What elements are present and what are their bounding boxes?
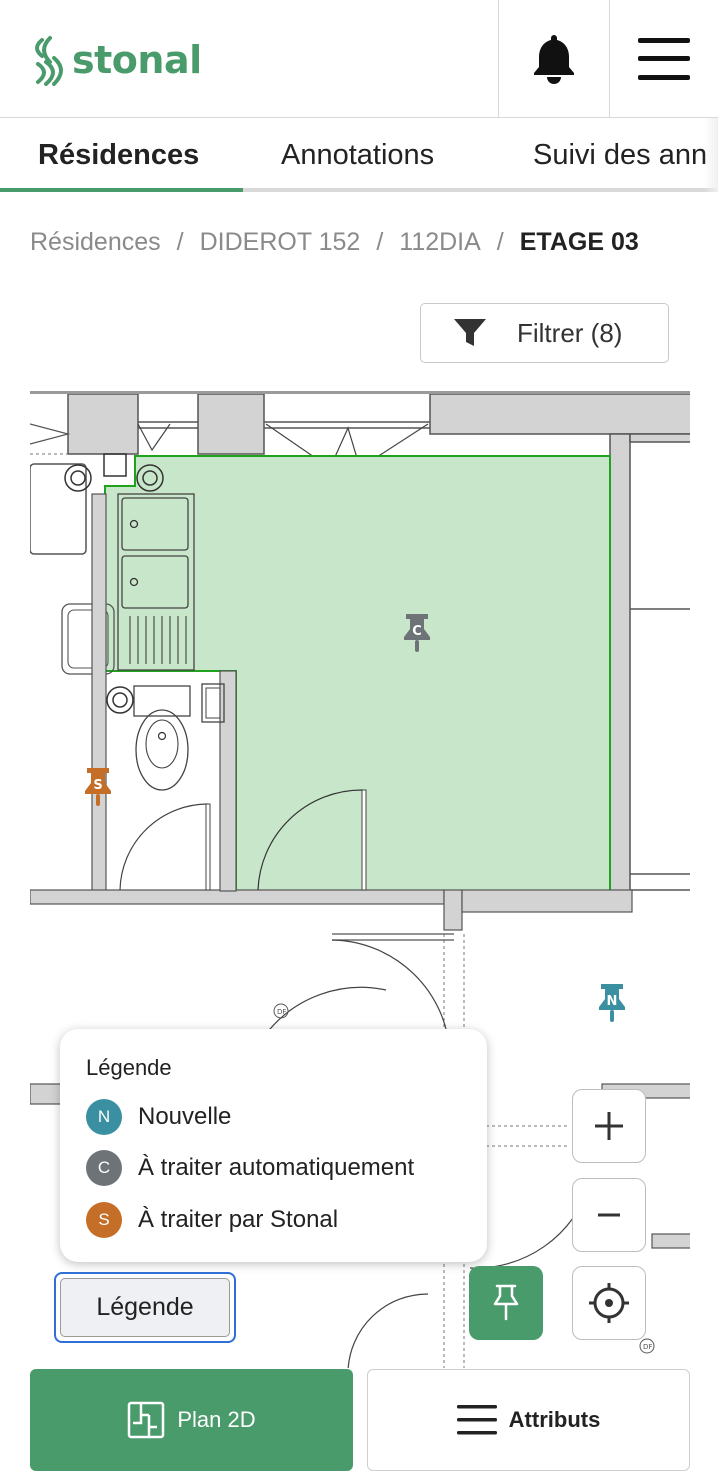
filter-button[interactable]: Filtrer (8)	[420, 303, 669, 363]
filter-label: Filtrer (8)	[517, 317, 623, 348]
bell-icon	[534, 35, 574, 84]
plan-2d-label: Plan 2D	[177, 1407, 256, 1432]
svg-text:DF: DF	[277, 1008, 286, 1016]
legend-item-auto: C À traiter automatiquement	[86, 1150, 414, 1186]
recenter-button[interactable]	[572, 1266, 646, 1340]
legend-badge-s: S	[86, 1202, 122, 1238]
hamburger-menu-icon	[638, 38, 690, 80]
floor-plan-icon	[128, 1401, 165, 1439]
annotation-pin-c[interactable]: C	[400, 611, 434, 655]
pushpin-icon	[493, 1284, 519, 1321]
attributs-label: Attributs	[508, 1407, 601, 1432]
tabs-overflow-fade	[704, 118, 718, 192]
svg-text:S: S	[93, 778, 102, 793]
breadcrumb-residences[interactable]: Résidences	[30, 228, 161, 257]
tab-annotations[interactable]: Annotations	[281, 118, 434, 192]
legend-label: Nouvelle	[138, 1103, 232, 1130]
active-tab-indicator	[0, 188, 243, 192]
add-annotation-button[interactable]	[469, 1266, 543, 1340]
legend-label: À traiter automatiquement	[138, 1154, 415, 1181]
legend-badge-c: C	[86, 1150, 122, 1186]
tab-residences[interactable]: Résidences	[38, 118, 199, 192]
breadcrumb-separator: /	[496, 227, 504, 256]
stonal-logo-icon	[35, 36, 63, 86]
legend-toggle-button[interactable]: Légende	[54, 1272, 236, 1343]
svg-text:C: C	[412, 624, 422, 639]
svg-text:DF: DF	[643, 1343, 652, 1351]
notifications-button[interactable]	[498, 0, 609, 118]
attributs-button[interactable]: Attributs	[367, 1369, 690, 1471]
funnel-icon	[454, 319, 486, 346]
zoom-in-button[interactable]	[572, 1089, 646, 1163]
zoom-out-button[interactable]	[572, 1178, 646, 1252]
breadcrumb-separator: /	[176, 227, 184, 256]
legend-item-stonal: S À traiter par Stonal	[86, 1202, 338, 1238]
breadcrumb-building[interactable]: 112DIA	[399, 228, 481, 257]
plan-2d-button[interactable]: Plan 2D	[30, 1369, 353, 1471]
legend-badge-n: N	[86, 1099, 122, 1135]
breadcrumb-separator: /	[376, 227, 384, 256]
list-icon	[456, 1405, 497, 1435]
breadcrumb-site[interactable]: DIDEROT 152	[200, 228, 361, 257]
main-menu-button[interactable]	[609, 0, 718, 118]
legend-label: À traiter par Stonal	[138, 1206, 339, 1233]
annotation-pin-n[interactable]: N	[595, 981, 629, 1025]
app-header: stonal	[0, 0, 718, 118]
stonal-logo[interactable]: stonal	[28, 30, 202, 90]
legend-title: Légende	[86, 1055, 172, 1080]
crosshair-target-icon	[589, 1283, 629, 1323]
annotation-pin-s[interactable]: S	[81, 765, 115, 809]
legend-item-nouvelle: N Nouvelle	[86, 1099, 231, 1135]
breadcrumb: Résidences / DIDEROT 152 / 112DIA / ETAG…	[30, 222, 639, 262]
minus-icon	[598, 1213, 620, 1217]
legend-panel: Légende N Nouvelle C À traiter automatiq…	[60, 1029, 487, 1262]
brand-name: stonal	[72, 38, 202, 82]
svg-text:N: N	[607, 994, 618, 1009]
main-tabs: Résidences Annotations Suivi des ann	[0, 118, 718, 192]
breadcrumb-current-floor: ETAGE 03	[519, 227, 639, 256]
plus-icon	[595, 1112, 623, 1140]
legend-toggle-label: Légende	[60, 1278, 230, 1337]
tab-suivi-annotations[interactable]: Suivi des ann	[533, 118, 707, 192]
